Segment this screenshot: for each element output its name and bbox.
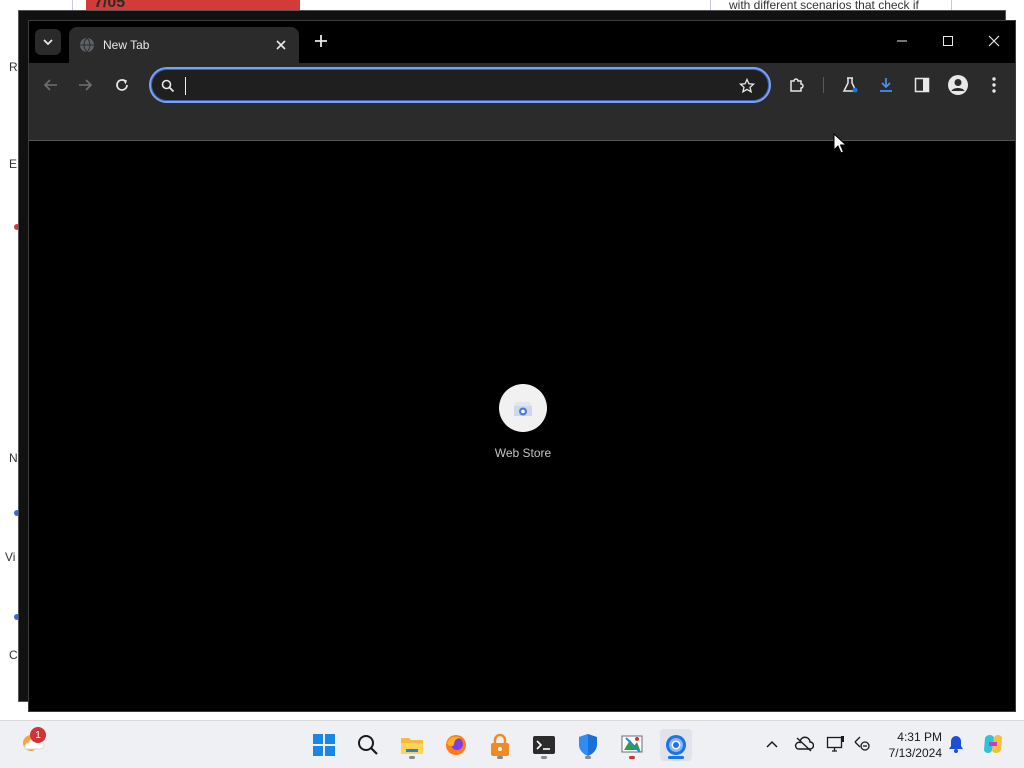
terminal-button[interactable] xyxy=(528,729,560,761)
taskbar-search-button[interactable] xyxy=(352,729,384,761)
labs-button[interactable] xyxy=(836,71,864,99)
background-side-letter: C xyxy=(9,648,18,662)
running-indicator xyxy=(629,756,635,759)
file-explorer-icon xyxy=(401,738,423,754)
downloads-button[interactable] xyxy=(872,71,900,99)
clock-time: 4:31 PM xyxy=(897,730,942,744)
running-indicator xyxy=(409,756,415,759)
reload-icon xyxy=(116,79,128,91)
chrome-icon xyxy=(666,735,686,755)
firefox-icon xyxy=(446,735,466,755)
maximize-icon xyxy=(943,36,953,46)
onedrive-tray[interactable] xyxy=(793,733,815,755)
title-bar: New Tab xyxy=(29,21,1015,63)
extensions-button[interactable] xyxy=(783,71,811,99)
running-indicator xyxy=(585,756,591,759)
taskbar: 1 4:31 PM 7/13/2024 xyxy=(0,720,1024,768)
browser-window: New Tab Web Store xyxy=(28,20,1016,712)
tray-overflow-button[interactable] xyxy=(761,733,783,755)
extensions-icon xyxy=(790,78,804,92)
maximize-button[interactable] xyxy=(925,21,971,61)
notification-badge: 1 xyxy=(30,727,46,743)
menu-button[interactable] xyxy=(980,71,1008,99)
bookmark-star-icon[interactable] xyxy=(737,76,757,96)
address-input[interactable] xyxy=(183,75,723,97)
background-side-letter: N xyxy=(9,451,18,465)
new-tab-page: Web Store xyxy=(29,142,1015,711)
bookmarks-bar xyxy=(29,105,1015,141)
taskbar-clock[interactable]: 4:31 PM 7/13/2024 xyxy=(876,729,942,761)
labs-flask-icon xyxy=(842,77,858,93)
profile-icon xyxy=(948,75,968,95)
shortcut-tile xyxy=(499,384,547,432)
file-explorer-button[interactable] xyxy=(396,729,428,761)
start-button[interactable] xyxy=(308,729,340,761)
close-icon xyxy=(988,35,1000,47)
minimize-icon xyxy=(897,40,907,42)
active-indicator xyxy=(668,756,684,759)
firefox-button[interactable] xyxy=(440,729,472,761)
cloud-offline-icon xyxy=(794,736,814,752)
side-panel-button[interactable] xyxy=(908,71,936,99)
windows-start-icon xyxy=(313,734,335,756)
shortcut-web-store[interactable]: Web Store xyxy=(481,384,565,460)
copilot-icon xyxy=(984,735,1002,753)
bell-icon xyxy=(949,736,963,753)
text-caret xyxy=(185,77,186,95)
network-icon xyxy=(854,736,870,751)
globe-icon xyxy=(79,37,95,53)
search-icon xyxy=(159,77,177,95)
toolbar-separator xyxy=(823,77,824,93)
new-tab-button[interactable] xyxy=(311,31,331,51)
background-side-letter: E xyxy=(9,157,18,171)
network-volume-tray[interactable] xyxy=(851,733,873,755)
keepass-icon xyxy=(491,733,509,756)
close-window-button[interactable] xyxy=(971,21,1015,61)
paint-button[interactable] xyxy=(616,729,648,761)
chevron-up-icon xyxy=(766,740,778,748)
defender-shield-icon xyxy=(579,734,597,756)
background-side-letter: R xyxy=(9,60,18,74)
download-icon xyxy=(880,78,892,92)
background-side-letter: Vi xyxy=(5,550,16,564)
running-indicator xyxy=(497,756,503,759)
keepass-button[interactable] xyxy=(484,729,516,761)
side-panel-icon xyxy=(914,77,930,93)
chevron-down-icon xyxy=(43,39,53,46)
shortcut-label: Web Store xyxy=(494,446,552,460)
copilot-button[interactable] xyxy=(980,731,1006,757)
back-button[interactable] xyxy=(37,71,65,99)
monitor-icon xyxy=(826,736,844,752)
tab-title: New Tab xyxy=(103,38,150,52)
minimize-button[interactable] xyxy=(879,21,925,61)
tab-search-button[interactable] xyxy=(35,29,61,55)
notifications-button[interactable] xyxy=(945,733,967,755)
search-icon xyxy=(358,735,378,755)
terminal-icon xyxy=(533,736,555,754)
web-store-icon xyxy=(514,402,532,416)
clock-date: 7/13/2024 xyxy=(888,746,942,760)
chrome-button[interactable] xyxy=(660,729,692,761)
paint-icon xyxy=(621,735,643,753)
forward-button[interactable] xyxy=(71,71,99,99)
forward-arrow-icon xyxy=(79,79,93,91)
address-bar[interactable] xyxy=(149,67,771,103)
plus-icon xyxy=(315,35,327,47)
tab-close-icon[interactable] xyxy=(273,37,289,53)
running-indicator xyxy=(541,756,547,759)
back-arrow-icon xyxy=(43,79,57,91)
tab-new-tab[interactable]: New Tab xyxy=(69,27,299,63)
menu-kebab-icon xyxy=(992,77,996,93)
reload-button[interactable] xyxy=(108,71,136,99)
profile-button[interactable] xyxy=(944,71,972,99)
toolbar xyxy=(29,63,1015,105)
mouse-cursor-icon xyxy=(833,133,847,154)
display-tray[interactable] xyxy=(825,733,847,755)
defender-button[interactable] xyxy=(572,729,604,761)
